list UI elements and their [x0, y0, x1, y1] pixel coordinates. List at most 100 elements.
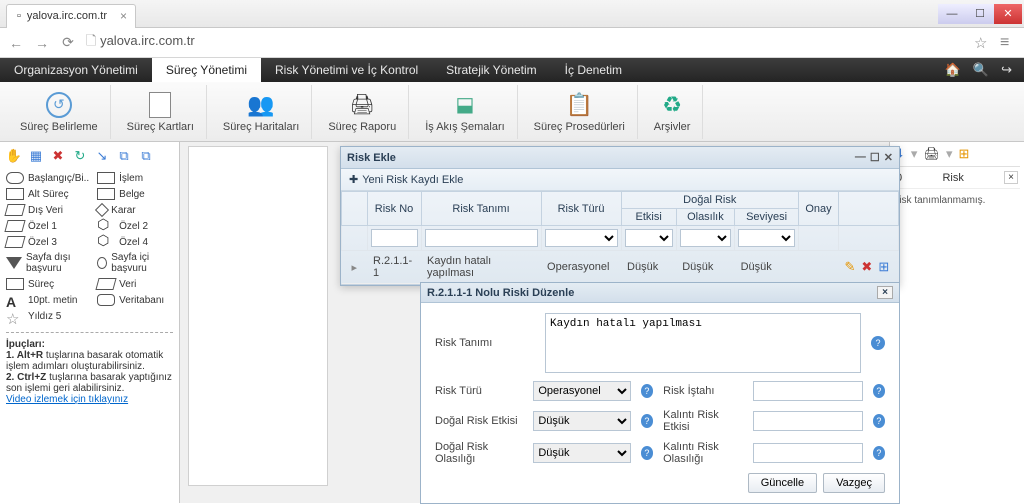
shape-text[interactable]: 10pt. metin: [6, 294, 89, 306]
shape-decision[interactable]: Karar: [97, 204, 173, 216]
filter-risk-turu[interactable]: [545, 229, 618, 247]
input-kalinti-etki[interactable]: [753, 411, 863, 431]
toolbar-procedures[interactable]: 📋Süreç Prosedürleri: [522, 85, 638, 139]
right-panel: ⬇ ▾ 🖨 ▾ ⊞ 0 Risk × risk tanımlanmamış.: [889, 142, 1024, 503]
browser-menu-icon[interactable]: ≡: [1000, 34, 1016, 52]
window-minimize-button[interactable]: —: [938, 4, 966, 24]
canvas-area[interactable]: Risk Ekle — ☐ ✕ ✚ Yeni Risk Kaydı Ekle R…: [180, 142, 889, 503]
nav-audit[interactable]: İç Denetim: [551, 58, 636, 82]
search-icon[interactable]: 🔍: [973, 62, 989, 78]
toolbar-flowcharts[interactable]: ⬓İş Akış Şemaları: [413, 85, 517, 139]
paste-tool-icon[interactable]: ⧉: [138, 148, 154, 164]
filter-seviyesi[interactable]: [738, 229, 795, 247]
back-button[interactable]: ←: [8, 35, 24, 51]
toolbar-process-cards[interactable]: Süreç Kartları: [115, 85, 207, 139]
connector-tool-icon[interactable]: ↘: [94, 148, 110, 164]
url-display[interactable]: 🗋 yalova.irc.com.tr: [86, 32, 964, 54]
window-close-button[interactable]: ✕: [994, 4, 1022, 24]
filter-olasilik[interactable]: [680, 229, 731, 247]
shape-custom3[interactable]: Özel 3: [6, 236, 89, 248]
window-maximize-button[interactable]: ☐: [966, 4, 994, 24]
help-risk-tanimi-icon[interactable]: ?: [871, 336, 885, 350]
select-dogal-olasilik[interactable]: Düşük: [533, 443, 630, 463]
update-button[interactable]: Güncelle: [748, 473, 817, 493]
risk-add-panel: Risk Ekle — ☐ ✕ ✚ Yeni Risk Kaydı Ekle R…: [340, 146, 900, 286]
video-link[interactable]: Video izlemek için tıklayınız: [6, 394, 173, 405]
browser-tab[interactable]: ▫ yalova.irc.com.tr ×: [6, 4, 136, 28]
input-kalinti-olasilik[interactable]: [753, 443, 863, 463]
shape-document[interactable]: Belge: [97, 188, 173, 200]
nav-organization[interactable]: Organizasyon Yönetimi: [0, 58, 152, 82]
toolbar-process-report[interactable]: 🖨Süreç Raporu: [316, 85, 409, 139]
delete-tool-icon[interactable]: ✖: [50, 148, 66, 164]
bookmark-icon[interactable]: ☆: [974, 34, 990, 52]
cancel-button[interactable]: Vazgeç: [823, 473, 885, 493]
input-risk-istahi[interactable]: [753, 381, 863, 401]
add-new-risk-button[interactable]: ✚ Yeni Risk Kaydı Ekle: [341, 169, 899, 191]
help-dogal-olasilik-icon[interactable]: ?: [641, 446, 653, 460]
tab-title: yalova.irc.com.tr: [27, 10, 107, 22]
nav-risk[interactable]: Risk Yönetimi ve İç Kontrol: [261, 58, 432, 82]
shape-database[interactable]: Veritabanı: [97, 294, 173, 306]
filter-risk-tanimi[interactable]: [425, 229, 538, 247]
grid-icon[interactable]: ⊞: [958, 146, 969, 162]
shape-process2[interactable]: Süreç: [6, 278, 89, 290]
close-tab-icon[interactable]: ×: [120, 9, 127, 23]
shape-custom2[interactable]: Özel 2: [97, 220, 173, 232]
forward-button[interactable]: →: [34, 35, 50, 51]
shape-offpage-ref[interactable]: Sayfa dışı başvuru: [6, 252, 89, 274]
panel-maximize-icon[interactable]: ☐: [870, 151, 880, 164]
label-risk-turu: Risk Türü: [435, 385, 523, 397]
shape-subprocess[interactable]: Alt Süreç: [6, 188, 89, 200]
help-kalinti-olasilik-icon[interactable]: ?: [873, 446, 885, 460]
input-risk-tanimi[interactable]: Kaydın hatalı yapılması: [545, 313, 861, 373]
help-risk-turu-icon[interactable]: ?: [641, 384, 653, 398]
browser-tabstrip: ▫ yalova.irc.com.tr × — ☐ ✕: [0, 0, 1024, 28]
panel-minimize-icon[interactable]: —: [855, 151, 866, 164]
select-risk-turu[interactable]: Operasyonel: [533, 381, 630, 401]
toolbar-archives[interactable]: ♻Arşivler: [642, 85, 704, 139]
shape-custom1[interactable]: Özel 1: [6, 220, 89, 232]
edit-row-icon[interactable]: ✎: [845, 259, 856, 275]
label-kalinti-etki: Kalıntı Risk Etkisi: [663, 409, 743, 433]
help-risk-istahi-icon[interactable]: ?: [873, 384, 885, 398]
shape-start-end[interactable]: Başlangıç/Bi..: [6, 172, 89, 184]
shape-star5[interactable]: Yıldız 5: [6, 310, 89, 322]
filter-etkisi[interactable]: [625, 229, 673, 247]
copy-tool-icon[interactable]: ⧉: [116, 148, 132, 164]
label-risk-tanimi: Risk Tanımı: [435, 337, 535, 349]
page-icon: ▫: [17, 10, 21, 22]
right-close-icon[interactable]: ×: [1004, 171, 1018, 184]
share-icon[interactable]: ↪: [1001, 62, 1012, 78]
edit-dialog-header[interactable]: R.2.1.1-1 Nolu Riski Düzenle ×: [421, 283, 899, 303]
panel-close-icon[interactable]: ✕: [884, 151, 893, 164]
print-icon[interactable]: 🖨: [923, 146, 940, 162]
browser-addressbar: ← → ⟳ 🗋 yalova.irc.com.tr ☆ ≡: [0, 28, 1024, 58]
shape-process[interactable]: İşlem: [97, 172, 173, 184]
toolbar-process-define[interactable]: ↺Süreç Belirleme: [8, 85, 111, 139]
shape-custom4[interactable]: Özel 4: [97, 236, 173, 248]
shape-onpage-ref[interactable]: Sayfa içi başvuru: [97, 252, 173, 274]
dialog-close-icon[interactable]: ×: [877, 286, 893, 299]
label-risk-istahi: Risk İştahı: [663, 385, 743, 397]
select-tool-icon[interactable]: ▦: [28, 148, 44, 164]
help-dogal-etki-icon[interactable]: ?: [641, 414, 653, 428]
home-icon[interactable]: 🏠: [945, 62, 961, 78]
nav-strategic[interactable]: Stratejik Yönetim: [432, 58, 551, 82]
reload-button[interactable]: ⟳: [60, 35, 76, 51]
select-dogal-etki[interactable]: Düşük: [533, 411, 630, 431]
hand-tool-icon[interactable]: ✋: [6, 148, 22, 164]
toolbar-process-maps[interactable]: 👥Süreç Haritaları: [211, 85, 312, 139]
help-kalinti-etki-icon[interactable]: ?: [873, 414, 885, 428]
detail-row-icon[interactable]: ⊞: [878, 259, 889, 275]
shape-external-data[interactable]: Dış Veri: [6, 204, 89, 216]
risk-panel-header[interactable]: Risk Ekle — ☐ ✕: [341, 147, 899, 169]
filter-risk-no[interactable]: [371, 229, 418, 247]
label-dogal-olasilik: Doğal Risk Olasılığı: [435, 441, 523, 465]
risk-row[interactable]: ▸ R.2.1.1-1 Kaydın hatalı yapılması Oper…: [342, 251, 899, 284]
nav-process[interactable]: Süreç Yönetimi: [152, 58, 261, 82]
refresh-tool-icon[interactable]: ↻: [72, 148, 88, 164]
shape-data[interactable]: Veri: [97, 278, 173, 290]
delete-row-icon[interactable]: ✖: [861, 259, 872, 275]
expand-row-icon[interactable]: ▸: [348, 262, 362, 274]
